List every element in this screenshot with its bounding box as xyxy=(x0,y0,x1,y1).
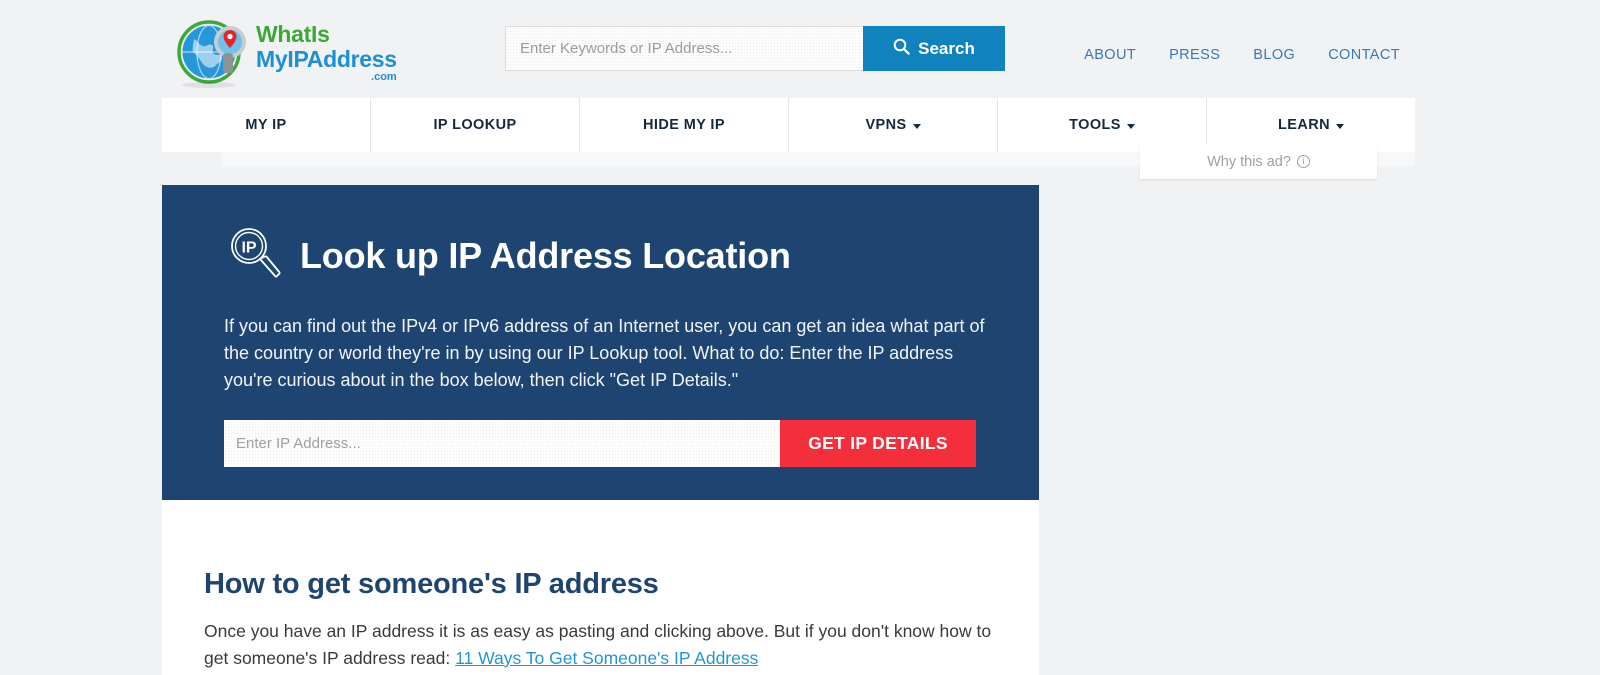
ad-disclosure-label: Why this ad? xyxy=(1207,153,1291,170)
page-root: WhatIs MyIPAddress .com Search ABOUT PRE… xyxy=(0,0,1600,675)
site-logo[interactable]: WhatIs MyIPAddress .com xyxy=(176,17,397,89)
site-header: WhatIs MyIPAddress .com Search ABOUT PRE… xyxy=(0,0,1600,98)
nav-item-ip-lookup[interactable]: IP LOOKUP xyxy=(371,98,580,152)
ip-lookup-form: GET IP DETAILS xyxy=(224,420,976,467)
nav-item-vpns[interactable]: VPNS xyxy=(789,98,998,152)
chevron-down-icon xyxy=(1126,123,1135,129)
top-nav-item-contact[interactable]: CONTACT xyxy=(1328,47,1400,63)
nav-item-label: VPNS xyxy=(865,117,907,133)
logo-wordmark: WhatIs MyIPAddress .com xyxy=(256,23,397,83)
logo-line-2: MyIPAddress xyxy=(256,46,397,72)
nav-item-label: MY IP xyxy=(245,117,287,133)
search-button[interactable]: Search xyxy=(863,26,1005,71)
logo-line-1: WhatIs xyxy=(256,21,330,47)
top-nav-item-blog[interactable]: BLOG xyxy=(1253,47,1295,63)
search-input[interactable] xyxy=(505,26,863,71)
logo-tld: .com xyxy=(371,71,397,83)
article-inline-link[interactable]: 11 Ways To Get Someone's IP Address xyxy=(455,648,758,668)
top-nav-item-press[interactable]: PRESS xyxy=(1169,47,1220,63)
info-circle-icon[interactable]: i xyxy=(1296,155,1310,168)
nav-item-label: IP LOOKUP xyxy=(433,117,517,133)
search-bar: Search xyxy=(505,26,1005,71)
nav-item-label: LEARN xyxy=(1278,117,1330,133)
nav-item-label: HIDE MY IP xyxy=(643,117,725,133)
nav-item-my-ip[interactable]: MY IP xyxy=(162,98,371,152)
ip-magnifier-icon: IP xyxy=(224,224,284,289)
article-paragraph: Once you have an IP address it is as eas… xyxy=(204,618,994,672)
ip-address-input[interactable] xyxy=(224,420,780,467)
globe-logo-icon xyxy=(176,17,248,89)
nav-item-label: TOOLS xyxy=(1069,117,1121,133)
chevron-down-icon xyxy=(912,123,921,129)
article-section: How to get someone's IP address Once you… xyxy=(162,500,1039,675)
svg-text:IP: IP xyxy=(241,239,256,256)
utility-nav: ABOUT PRESS BLOG CONTACT xyxy=(1084,47,1400,63)
top-nav-item-about[interactable]: ABOUT xyxy=(1084,47,1136,63)
hero-description: If you can find out the IPv4 or IPv6 add… xyxy=(224,316,985,390)
ad-disclosure-box[interactable]: Why this ad? i xyxy=(1140,144,1377,179)
chevron-down-icon xyxy=(1335,123,1344,129)
hero-heading-group: IP Look up IP Address Location xyxy=(224,211,791,301)
article-title: How to get someone's IP address xyxy=(204,568,659,601)
hero-title: Look up IP Address Location xyxy=(300,235,791,277)
search-button-label: Search xyxy=(918,38,975,58)
nav-item-hide-my-ip[interactable]: HIDE MY IP xyxy=(580,98,789,152)
get-ip-details-button[interactable]: GET IP DETAILS xyxy=(780,420,976,467)
hero-banner: IP Look up IP Address Location If you ca… xyxy=(162,185,1039,500)
search-icon xyxy=(893,38,910,60)
